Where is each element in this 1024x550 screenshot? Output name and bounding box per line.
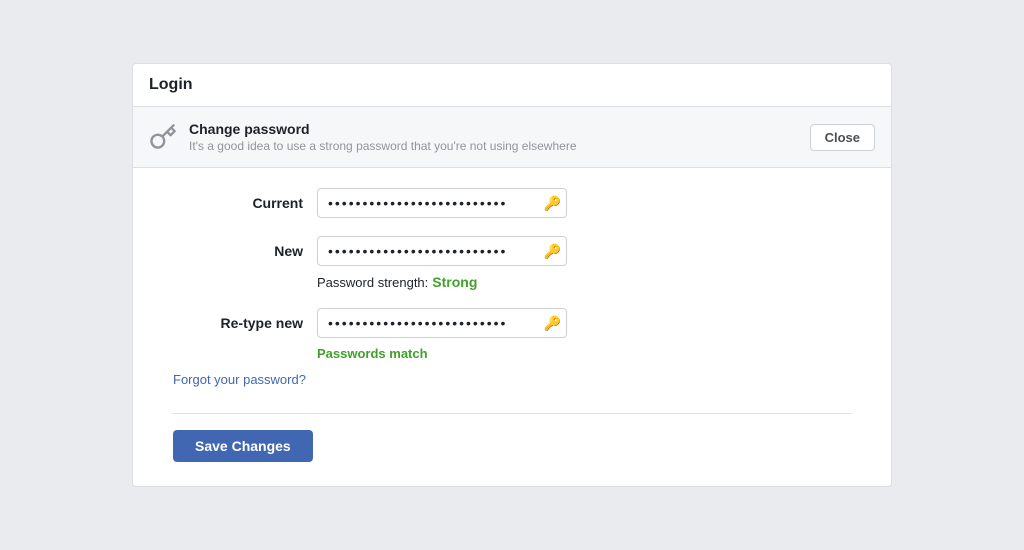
strength-value: Strong — [432, 274, 477, 290]
section-title: Change password — [189, 121, 577, 137]
match-text: Passwords match — [317, 346, 428, 361]
page-title: Login — [149, 76, 193, 93]
section-text: Change password It's a good idea to use … — [189, 121, 577, 153]
new-password-row: New 🔑 — [173, 236, 851, 266]
forgot-password-link[interactable]: Forgot your password? — [173, 372, 306, 401]
save-changes-button[interactable]: Save Changes — [173, 430, 313, 462]
new-input-wrapper: 🔑 — [317, 236, 567, 266]
retype-input-wrapper: 🔑 — [317, 308, 567, 338]
retype-password-row: Re-type new 🔑 — [173, 308, 851, 338]
strength-label: Password strength: — [317, 275, 428, 290]
current-password-input[interactable] — [317, 188, 567, 218]
current-label: Current — [173, 195, 303, 211]
new-label: New — [173, 243, 303, 259]
section-header-left: Change password It's a good idea to use … — [149, 121, 577, 153]
card-header: Login — [133, 64, 891, 107]
section-header: Change password It's a good idea to use … — [133, 107, 891, 168]
form-area: Current 🔑 New 🔑 Password strength: Stron… — [133, 168, 891, 486]
divider — [173, 413, 851, 414]
section-subtitle: It's a good idea to use a strong passwor… — [189, 139, 577, 153]
key-icon — [149, 123, 177, 151]
strength-row: Password strength: Strong — [173, 274, 851, 290]
retype-password-input[interactable] — [317, 308, 567, 338]
match-row: Passwords match — [173, 346, 851, 361]
login-card: Login Change password It's a good idea t… — [132, 63, 892, 487]
retype-label: Re-type new — [173, 315, 303, 331]
close-button[interactable]: Close — [810, 124, 875, 151]
current-input-wrapper: 🔑 — [317, 188, 567, 218]
new-password-input[interactable] — [317, 236, 567, 266]
current-password-row: Current 🔑 — [173, 188, 851, 218]
